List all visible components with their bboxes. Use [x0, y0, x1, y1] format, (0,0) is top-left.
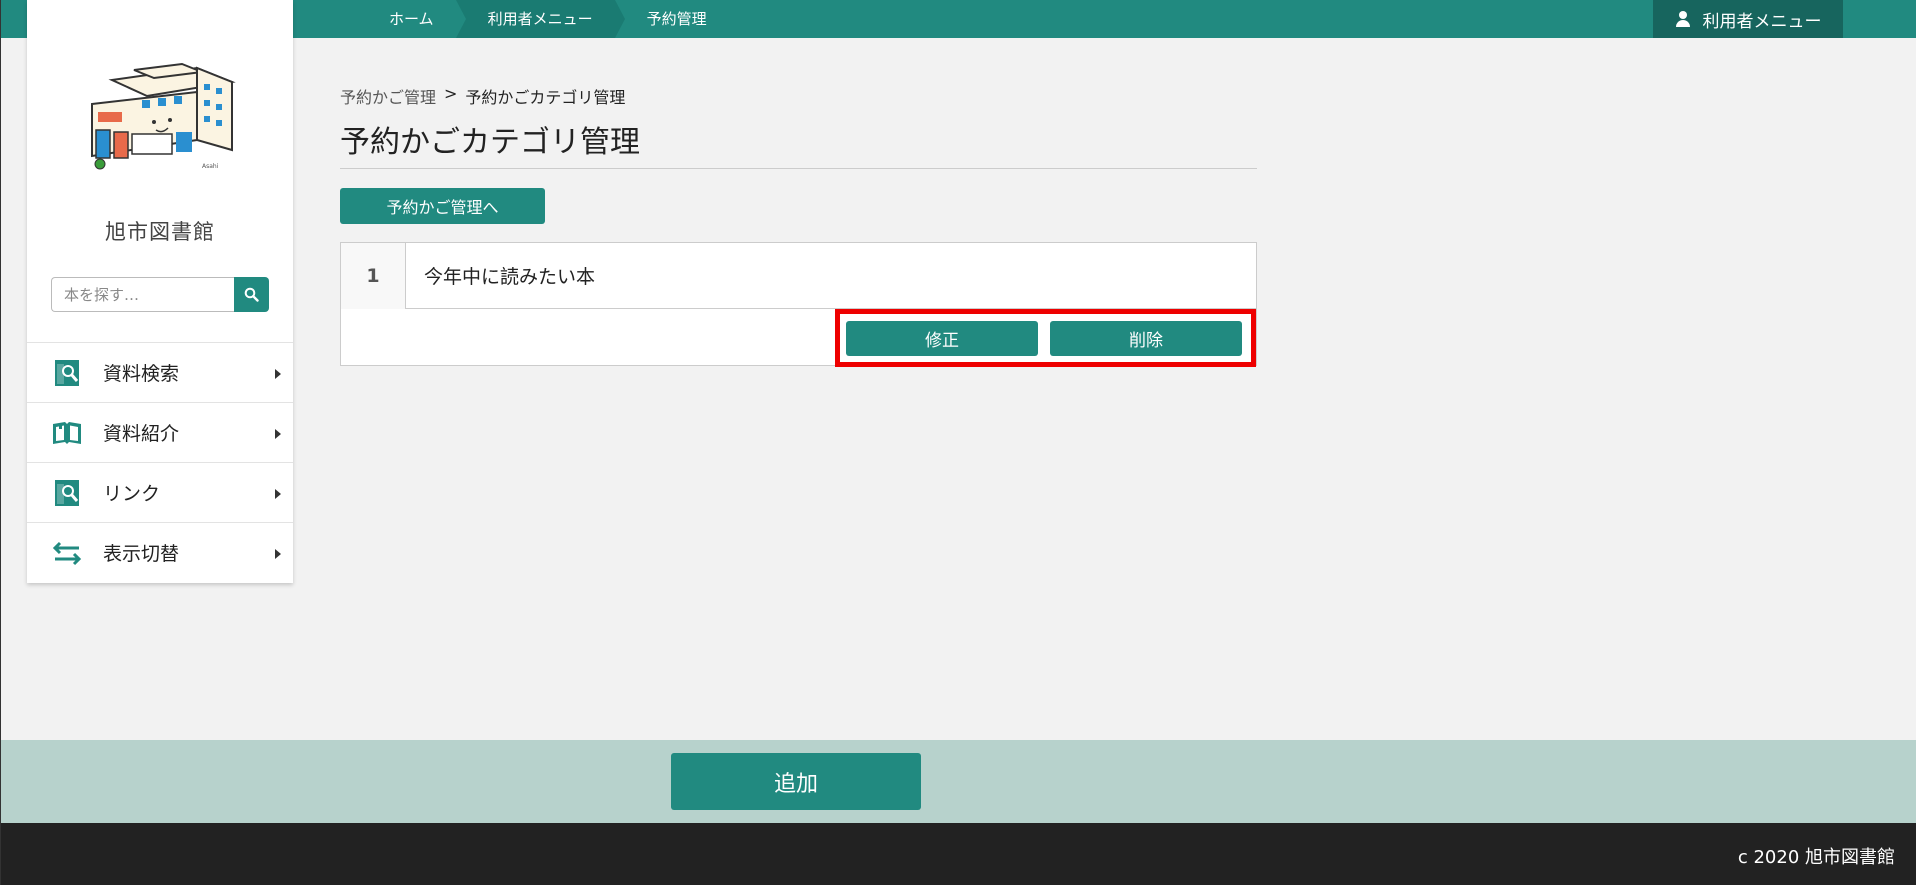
user-icon: [1675, 11, 1691, 27]
caret-right-icon: [275, 489, 281, 499]
footer: c 2020 旭市図書館: [1, 823, 1916, 885]
back-to-basket-button[interactable]: 予約かご管理へ: [340, 188, 545, 224]
breadcrumb-reservation-basket[interactable]: 予約かご管理: [340, 84, 436, 108]
library-mascot-logo: Asahi: [91, 62, 236, 170]
category-list: 1 今年中に読みたい本 修正 削除: [340, 242, 1257, 367]
breadcrumb-reservation[interactable]: 予約管理: [614, 0, 729, 38]
search-button[interactable]: [234, 277, 269, 312]
breadcrumb: 予約かご管理 > 予約かごカテゴリ管理: [340, 84, 625, 108]
top-breadcrumb: ホーム 利用者メニュー 予約管理: [361, 0, 729, 38]
bottom-action-bar: 追加: [1, 740, 1916, 823]
breadcrumb-current: 予約かごカテゴリ管理: [465, 88, 626, 107]
sidebar-item-display-switch[interactable]: 表示切替: [27, 522, 293, 582]
sidebar-item-material-search[interactable]: 資料検索: [27, 342, 293, 402]
search-doc-icon: [51, 357, 83, 389]
page-title: 予約かごカテゴリ管理: [340, 124, 1257, 169]
user-menu-label: 利用者メニュー: [1702, 11, 1822, 32]
sidebar-item-label: リンク: [103, 483, 161, 505]
category-actions: 修正 削除: [341, 309, 1256, 367]
caret-right-icon: [275, 549, 281, 559]
svg-text:Asahi: Asahi: [202, 163, 219, 170]
copyright: c 2020 旭市図書館: [1737, 847, 1895, 868]
highlight-box: 修正 削除: [835, 309, 1256, 367]
sidebar-item-material-intro[interactable]: 資料紹介: [27, 402, 293, 462]
search-icon: [244, 287, 259, 302]
sidebar-search: [51, 277, 269, 312]
search-input[interactable]: [51, 277, 234, 312]
sidebar-item-label: 資料検索: [103, 363, 180, 385]
table-row: 1 今年中に読みたい本: [341, 243, 1256, 309]
category-name: 今年中に読みたい本: [424, 266, 596, 288]
delete-button[interactable]: 削除: [1050, 320, 1242, 356]
caret-right-icon: [275, 369, 281, 379]
edit-button[interactable]: 修正: [846, 320, 1038, 356]
sidebar-item-label: 表示切替: [103, 543, 180, 565]
caret-right-icon: [275, 429, 281, 439]
search-doc-icon: [51, 477, 83, 509]
swap-arrows-icon: [51, 537, 83, 569]
sidebar: Asahi 旭市図書館 資料検索: [27, 0, 293, 583]
user-menu-button[interactable]: 利用者メニュー: [1653, 0, 1843, 38]
add-button[interactable]: 追加: [671, 753, 921, 810]
breadcrumb-user-menu[interactable]: 利用者メニュー: [455, 0, 625, 38]
sidebar-item-label: 資料紹介: [103, 423, 180, 445]
breadcrumb-home[interactable]: ホーム: [361, 0, 466, 38]
category-number: 1: [341, 243, 406, 309]
open-book-icon: [51, 417, 83, 449]
library-name: 旭市図書館: [105, 220, 215, 244]
breadcrumb-separator: >: [444, 84, 458, 103]
sidebar-item-links[interactable]: リンク: [27, 462, 293, 522]
sidebar-nav: 資料検索 資料紹介 リンク 表示切替: [27, 342, 293, 582]
